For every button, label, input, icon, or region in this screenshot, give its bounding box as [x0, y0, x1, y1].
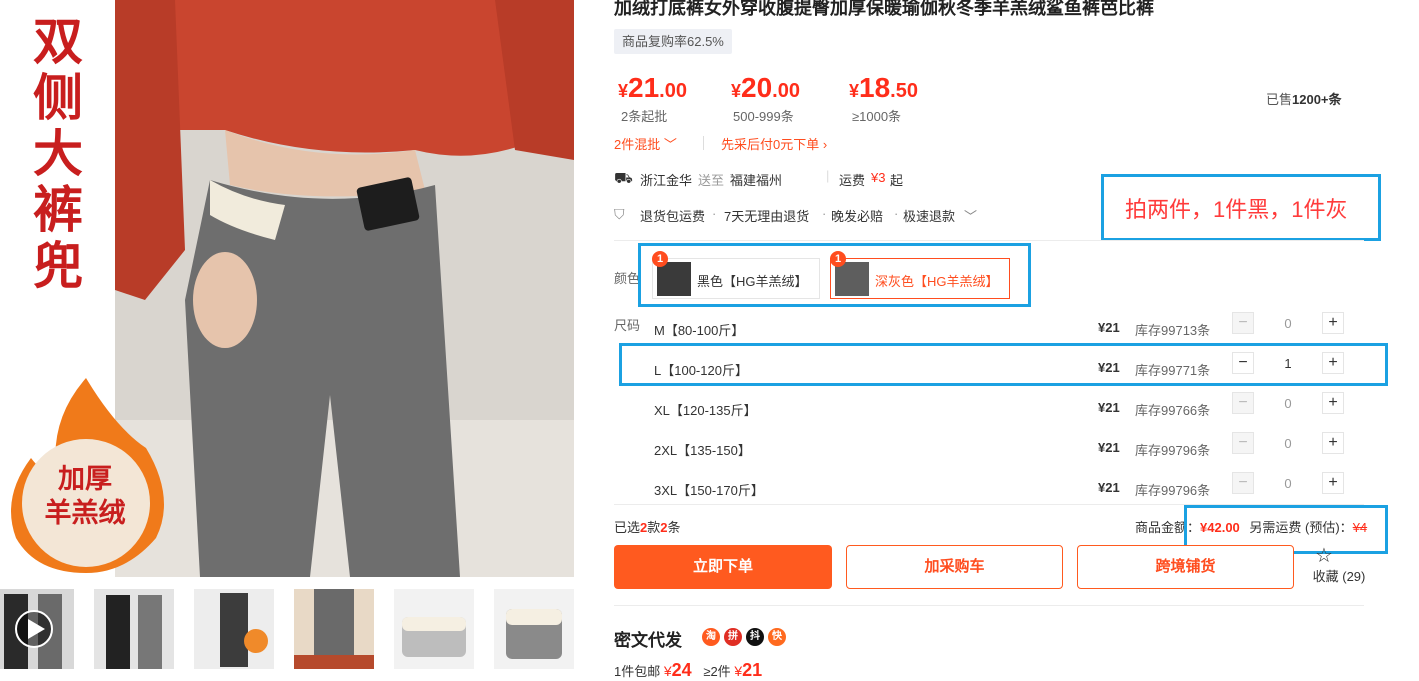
size-name: 2XL【135-150】	[654, 443, 751, 458]
service-item: 退货包运费	[640, 209, 706, 224]
decrement-button[interactable]: −	[1232, 392, 1254, 414]
shield-icon: ⛉	[614, 206, 625, 222]
size-row-xl: XL【120-135斤】 ¥21 库存99766条 − 0 +	[654, 392, 1354, 432]
service-item: 7天无理由退货	[724, 209, 810, 224]
badge-line-1: 加厚	[58, 464, 112, 494]
chevron-down-icon: ﹀	[663, 137, 677, 152]
price-tier-3-qty: ≥1000条	[852, 109, 902, 124]
divider: |	[826, 168, 830, 183]
quantity-input[interactable]: 0	[1258, 396, 1318, 411]
dropship-price: 1件包邮 ¥24 ≥2件 ¥21	[614, 660, 763, 680]
service-item: 极速退款	[903, 209, 956, 224]
quantity-input[interactable]: 0	[1258, 316, 1318, 331]
annotation-box	[619, 343, 1388, 386]
ship-from: 浙江金华	[640, 173, 693, 188]
chevron-right-icon: ›	[822, 137, 828, 152]
divider	[614, 240, 1364, 241]
fee-label: 运费	[839, 173, 866, 188]
size-name: M【80-100斤】	[654, 323, 745, 338]
distribution-title: 密文代发	[614, 631, 682, 650]
size-stock: 库存99713条	[1135, 323, 1211, 338]
price-tier-2: ¥20.00	[731, 72, 800, 103]
size-price: ¥21	[1098, 320, 1120, 335]
size-name: 3XL【150-170斤】	[654, 483, 764, 498]
thumbnail-video[interactable]	[0, 589, 74, 669]
quantity-input[interactable]: 0	[1258, 436, 1318, 451]
color-label: 颜色	[614, 271, 641, 286]
price-tier-2-qty: 500-999条	[733, 109, 794, 124]
thumbnail-4[interactable]	[294, 589, 374, 669]
thumbnail-2[interactable]	[94, 589, 174, 669]
truck-icon: ⛟	[614, 170, 633, 187]
add-to-cart-button[interactable]: 加采购车	[846, 545, 1063, 589]
order-now-button[interactable]: 立即下单	[614, 545, 832, 589]
pay-later-link[interactable]: 先采后付0元下单 ›	[721, 134, 827, 153]
size-price: ¥21	[1098, 480, 1120, 495]
size-name: XL【120-135斤】	[654, 403, 757, 418]
divider	[703, 136, 704, 150]
decrement-button[interactable]: −	[1232, 312, 1254, 334]
selection-summary: 已选2款2条	[614, 520, 681, 535]
size-price: ¥21	[1098, 440, 1120, 455]
size-stock: 库存99796条	[1135, 443, 1211, 458]
price-tier-1: ¥21.00	[618, 72, 687, 103]
douyin-icon: 抖	[746, 628, 764, 646]
poster-side-text: 双侧大裤兜	[33, 12, 83, 295]
product-photo	[115, 0, 574, 577]
ship-to-word: 送至	[698, 173, 725, 188]
product-gallery: 双侧大裤兜 加厚 羊羔绒	[0, 0, 580, 679]
increment-button[interactable]: +	[1322, 312, 1344, 334]
increment-button[interactable]: +	[1322, 432, 1344, 454]
kuaishou-icon: 快	[768, 628, 786, 646]
mix-batch-link[interactable]: 2件混批 ﹀	[614, 134, 677, 153]
annotation-text: 拍两件，1件黑，1件灰	[1125, 197, 1348, 222]
thumbnail-strip	[0, 589, 580, 671]
increment-button[interactable]: +	[1322, 472, 1344, 494]
size-stock: 库存99796条	[1135, 483, 1211, 498]
pinduoduo-icon: 拼	[724, 628, 742, 646]
annotation-box	[638, 243, 1031, 307]
thumbnail-3[interactable]	[194, 589, 274, 669]
flame-badge-text: 加厚 羊羔绒	[22, 462, 148, 530]
taobao-icon: 淘	[702, 628, 720, 646]
repurchase-rate-badge: 商品复购率62.5%	[614, 29, 732, 54]
sold-count: 已售1200+条	[1266, 92, 1342, 107]
decrement-button[interactable]: −	[1232, 472, 1254, 494]
star-icon: ☆	[1315, 545, 1333, 567]
chevron-down-icon: ﹀	[964, 209, 978, 224]
chevron-down-icon: ﹀	[730, 173, 744, 188]
product-title: 加绒打底裤女外穿收腹提臀加厚保暖瑜伽秋冬季羊羔绒鲨鱼裤芭比裤	[614, 0, 1154, 18]
fee-value: ¥3	[871, 170, 886, 185]
badge-line-2: 羊羔绒	[44, 498, 126, 528]
cross-border-button[interactable]: 跨境铺货	[1077, 545, 1294, 589]
decrement-button[interactable]: −	[1232, 432, 1254, 454]
increment-button[interactable]: +	[1322, 392, 1344, 414]
thumbnail-6[interactable]	[494, 589, 574, 669]
thumbnail-5[interactable]	[394, 589, 474, 669]
size-label: 尺码	[614, 318, 641, 333]
service-item: 晚发必赔	[831, 209, 884, 224]
size-stock: 库存99766条	[1135, 403, 1211, 418]
thumbnail-video-image	[0, 589, 74, 669]
size-row-2xl: 2XL【135-150】 ¥21 库存99796条 − 0 +	[654, 432, 1354, 472]
main-product-image[interactable]: 双侧大裤兜 加厚 羊羔绒	[0, 0, 574, 577]
fee-suffix: 起	[890, 173, 904, 188]
favorite-button[interactable]: ☆ 收藏 (29)	[1309, 546, 1369, 585]
price-tier-1-qty: 2条起批	[621, 109, 668, 124]
price-tier-3: ¥18.50	[849, 72, 918, 103]
divider	[614, 605, 1364, 606]
size-price: ¥21	[1098, 400, 1120, 415]
quantity-input[interactable]: 0	[1258, 476, 1318, 491]
